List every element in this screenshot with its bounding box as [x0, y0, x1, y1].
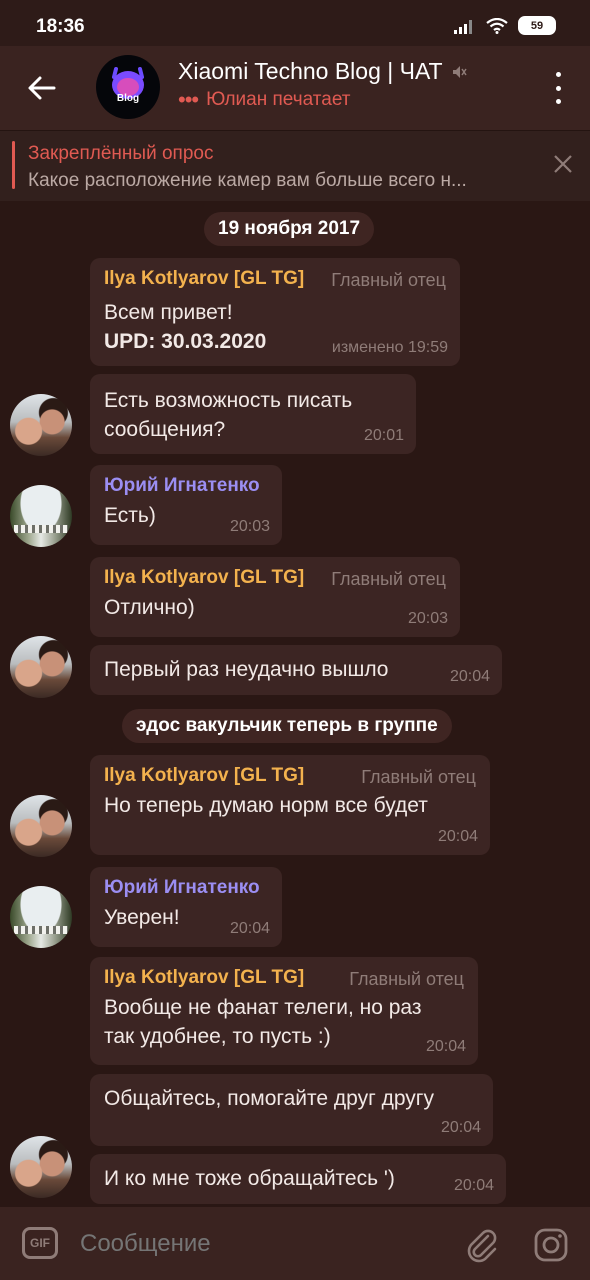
more-menu-button[interactable] [552, 72, 564, 104]
chat-header: Blog Xiaomi Techno Blog | ЧАТ ••• Юлиан … [0, 46, 590, 130]
sender-name[interactable]: Юрий Игнатенко [104, 475, 268, 497]
chat-avatar[interactable]: Blog [96, 55, 160, 119]
message-time: 20:04 [229, 920, 270, 937]
message-input[interactable] [78, 1229, 452, 1259]
message-time: 20:04 [453, 1177, 494, 1194]
message-bubble[interactable]: Ilya Kotlyarov [GL TG] Главный отец Отли… [90, 557, 460, 637]
message-time: 20:01 [363, 427, 404, 444]
paperclip-icon[interactable] [464, 1227, 500, 1263]
pinned-message[interactable]: Закреплённый опрос Какое расположение ка… [0, 130, 590, 201]
message-bubble[interactable]: Ilya Kotlyarov [GL TG] Главный отец Вооб… [90, 957, 478, 1065]
date-separator: 19 ноября 2017 [204, 212, 375, 246]
sender-name[interactable]: Юрий Игнатенко [104, 877, 268, 899]
message-text: сообщения? [104, 418, 226, 441]
pinned-title: Закреплённый опрос [28, 143, 214, 164]
message-bubble[interactable]: И ко мне тоже обращайтесь ') 20:04 [90, 1154, 506, 1204]
message-time: 20:04 [437, 828, 478, 845]
avatar[interactable] [10, 394, 72, 456]
typing-dots-icon: ••• [178, 87, 199, 112]
message-text: Первый раз неудачно вышло [104, 658, 389, 681]
gif-button[interactable]: GIF [22, 1227, 58, 1259]
back-arrow-icon[interactable] [24, 70, 60, 106]
signal-icon [454, 19, 472, 34]
status-time: 18:36 [36, 16, 85, 37]
message-time: изменено 19:59 [331, 339, 448, 356]
avatar[interactable] [10, 636, 72, 698]
typing-status: ••• Юлиан печатает [178, 89, 518, 111]
wifi-icon [486, 17, 508, 34]
sender-role: Главный отец [331, 270, 446, 290]
sender-role: Главный отец [331, 569, 446, 589]
avatar[interactable] [10, 1136, 72, 1198]
chat-title-text: Xiaomi Techno Blog | ЧАТ [178, 58, 443, 84]
close-icon[interactable] [552, 153, 574, 175]
blog-logo-icon [112, 67, 144, 99]
avatar-label: Blog [116, 93, 140, 104]
message-bubble[interactable]: Общайтесь, помогайте друг другу 20:04 [90, 1074, 493, 1146]
typing-text: Юлиан печатает [206, 89, 351, 110]
message-bubble[interactable]: Юрий Игнатенко Уверен! 20:04 [90, 867, 282, 947]
avatar[interactable] [10, 886, 72, 948]
message-text: Общайтесь, помогайте друг другу [104, 1087, 434, 1110]
chat-title: Xiaomi Techno Blog | ЧАТ [178, 58, 518, 85]
message-time: 20:03 [229, 518, 270, 535]
avatar[interactable] [10, 485, 72, 547]
message-text: Отлично) [104, 596, 195, 619]
message-time: 20:04 [440, 1119, 481, 1136]
message-bubble[interactable]: Первый раз неудачно вышло 20:04 [90, 645, 502, 695]
message-text: Всем привет! [104, 301, 233, 324]
message-bubble[interactable]: Есть возможность писать сообщения? 20:01 [90, 374, 416, 454]
message-bubble[interactable]: Ilya Kotlyarov [GL TG] Главный отец Но т… [90, 755, 490, 855]
pinned-text: Какое расположение камер вам больше всег… [28, 170, 467, 191]
pinned-accent-bar [12, 141, 15, 189]
camera-icon[interactable] [533, 1227, 569, 1263]
message-input-bar: GIF [0, 1207, 590, 1280]
message-bubble[interactable]: Юрий Игнатенко Есть) 20:03 [90, 465, 282, 545]
status-icons: 59 [454, 16, 556, 35]
muted-icon [452, 65, 467, 78]
message-text: Есть возможность писать [104, 389, 353, 412]
message-text: так удобнее, то пусть :) [104, 1025, 331, 1048]
avatar[interactable] [10, 795, 72, 857]
service-message: эдос вакульчик теперь в группе [122, 709, 452, 743]
message-text: Но теперь думаю норм все будет [104, 794, 428, 817]
message-text: Вообще не фанат телеги, но раз [104, 996, 422, 1019]
message-time: 20:04 [449, 668, 490, 685]
battery-indicator: 59 [518, 16, 556, 35]
chat-title-block[interactable]: Xiaomi Techno Blog | ЧАТ ••• Юлиан печат… [178, 58, 518, 111]
status-bar: 18:36 59 [0, 0, 590, 46]
message-time: 20:03 [407, 610, 448, 627]
message-time: 20:04 [425, 1038, 466, 1055]
sender-role: Главный отец [361, 767, 476, 787]
message-text: И ко мне тоже обращайтесь ') [104, 1167, 395, 1190]
message-bubble[interactable]: Ilya Kotlyarov [GL TG] Главный отец Всем… [90, 258, 460, 366]
sender-role: Главный отец [349, 969, 464, 989]
